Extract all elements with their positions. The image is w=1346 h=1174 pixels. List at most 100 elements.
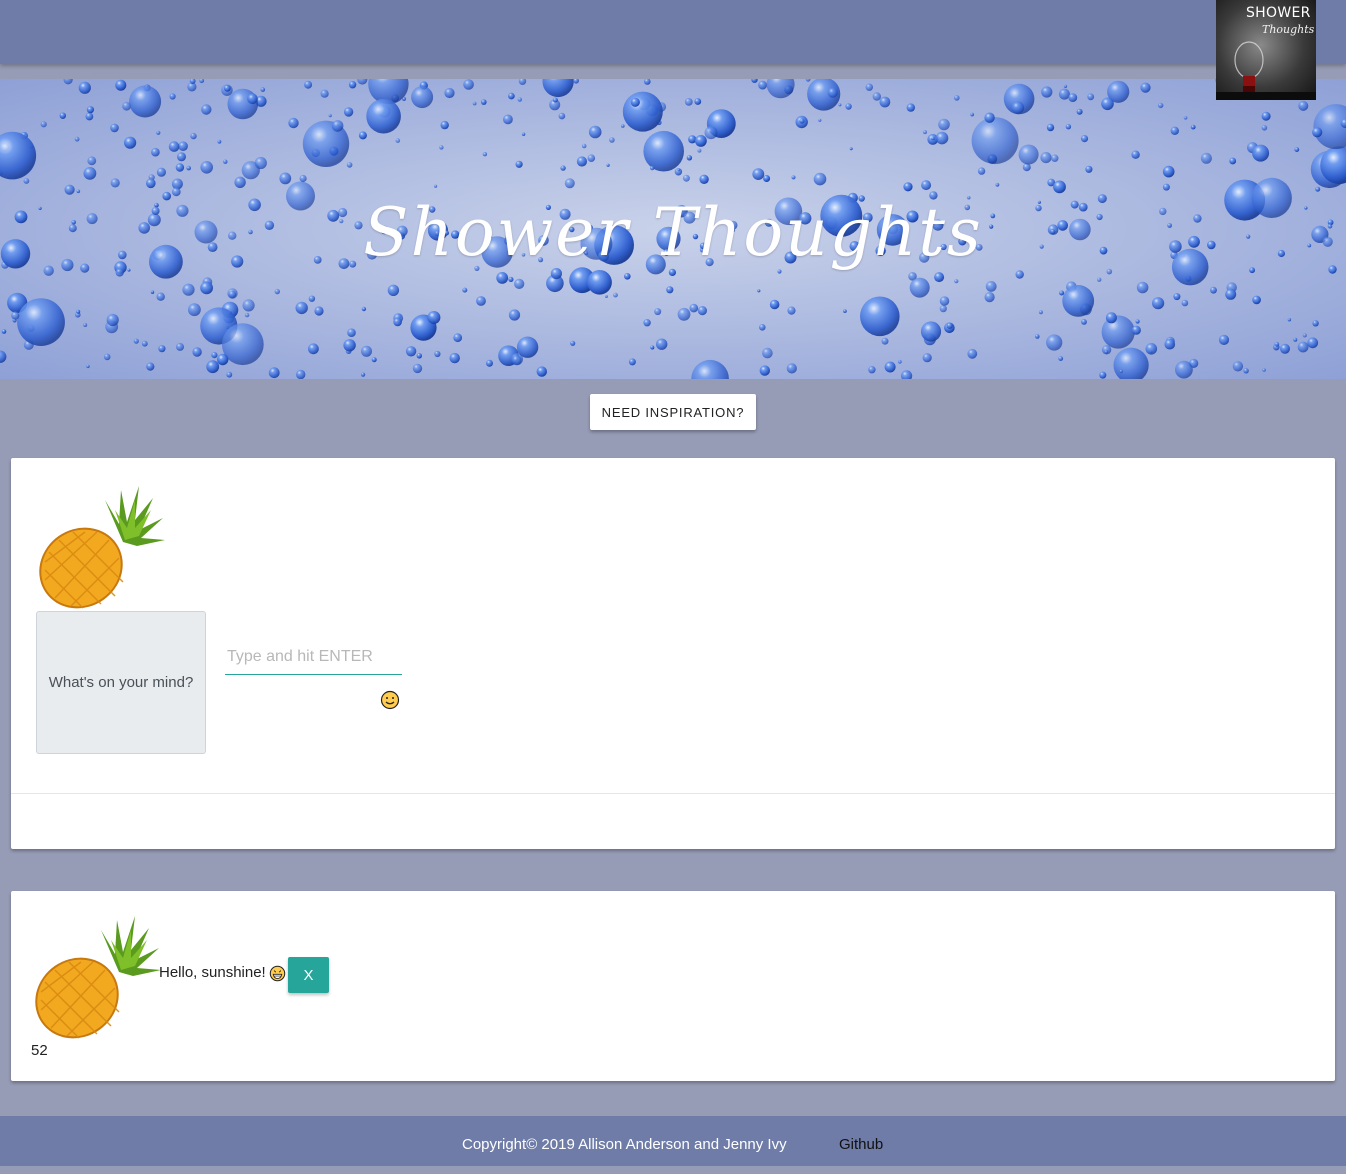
water-droplet [763,175,771,182]
water-droplet [486,359,493,367]
water-droplet [0,131,37,180]
water-droplet [393,317,402,327]
water-droplet [1183,116,1188,120]
water-droplet [178,141,188,151]
logo-text-secondary: Thoughts [1262,23,1315,36]
water-droplet [699,174,709,184]
water-droplet [762,347,773,359]
water-droplet [1315,186,1321,192]
water-droplet [560,165,566,171]
water-droplet [416,353,422,359]
smiley-face-icon[interactable] [380,690,400,710]
water-droplet [759,324,766,331]
water-droplet [922,353,932,363]
water-droplet [1140,82,1151,93]
water-droplet [865,83,873,91]
water-droplet [59,112,66,119]
water-droplet [868,366,876,374]
water-droplet [938,118,950,131]
water-droplet [274,288,280,295]
water-droplet [314,306,324,316]
water-droplet [434,184,438,188]
water-droplet [766,79,795,99]
water-droplet [970,112,974,117]
water-droplet [1087,93,1095,101]
water-droplet [156,292,165,301]
water-droplet [688,135,697,144]
water-droplet [954,279,959,284]
water-droplet [1053,180,1066,194]
water-droplet [581,143,587,149]
water-droplet [331,120,344,132]
water-droplet [201,104,212,115]
water-droplet [106,313,119,327]
water-droplet [1097,277,1102,282]
water-droplet [1229,157,1237,165]
water-droplet [643,130,684,172]
water-droplet [654,308,662,316]
water-droplet [221,323,264,366]
copyright-text: Copyright© 2019 Allison Anderson and Jen… [462,1136,787,1153]
water-droplet [343,339,356,352]
water-droplet [110,123,119,133]
water-droplet [146,178,156,189]
water-droplet [1170,126,1180,135]
water-droplet [677,168,681,172]
water-droplet [308,295,316,302]
water-droplet [288,117,299,129]
water-droplet [176,342,184,351]
water-droplet [935,131,949,145]
water-droplet [463,79,474,90]
water-droplet [588,125,602,139]
post-count: 52 [31,1042,48,1059]
water-droplet [1190,124,1196,130]
water-droplet [1225,288,1237,300]
github-link[interactable]: Github [839,1136,883,1153]
water-droplet [622,91,663,132]
thought-input[interactable] [225,640,402,675]
delete-post-button[interactable]: X [288,957,329,993]
water-droplet [63,79,73,85]
water-droplet [845,103,852,110]
water-droplet [1293,337,1298,342]
water-droplet [1298,100,1309,111]
water-droplet [124,136,137,149]
water-droplet [564,178,575,189]
water-droplet [74,136,80,142]
water-droplet [175,163,185,172]
water-droplet [1038,310,1043,315]
water-droplet [691,359,729,379]
water-droplet [827,87,838,98]
need-inspiration-button[interactable]: NEED INSPIRATION? [590,394,756,430]
water-droplet [444,87,455,99]
water-droplet [1312,320,1319,327]
water-droplet [496,272,509,284]
water-droplet [103,353,111,361]
water-droplet [192,347,202,357]
water-droplet [211,352,218,359]
water-droplet [11,311,20,320]
water-droplet [462,287,468,293]
water-droplet [1302,333,1307,338]
water-droplet [83,167,97,180]
water-droplet [83,323,88,327]
water-droplet [395,138,401,143]
water-droplet [1312,127,1323,138]
water-droplet [903,182,913,192]
water-droplet [361,306,367,312]
water-droplet [1059,290,1065,296]
water-droplet [1046,334,1063,351]
water-droplet [984,292,995,303]
water-droplet [228,290,237,299]
water-droplet [358,131,367,140]
thought-prompt-label: What's on your mind? [36,611,206,754]
water-droplet [1274,341,1280,347]
hero-title: Shower Thoughts [363,194,983,271]
water-droplet [1175,360,1193,379]
water-droplet [1046,123,1055,132]
water-droplet [1085,165,1093,173]
shower-thoughts-logo[interactable]: SHOWER Thoughts [1216,0,1316,100]
water-droplet [787,306,796,315]
water-droplet [357,79,368,85]
water-droplet [849,147,853,151]
